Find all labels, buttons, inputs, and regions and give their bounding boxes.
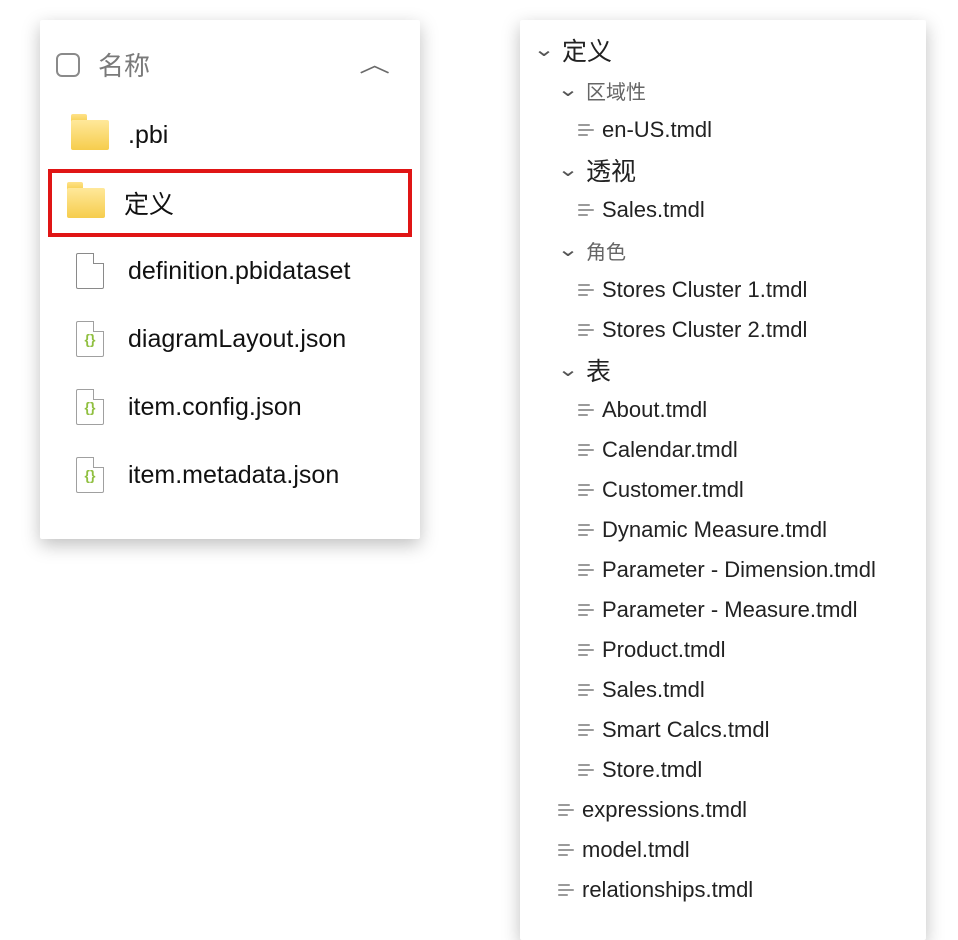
column-header-name[interactable]: 名称	[98, 46, 150, 83]
tree-node-label: 定义	[562, 32, 612, 68]
tree-file-row[interactable]: Smart Calcs.tmdl	[530, 710, 916, 750]
tree-file-row[interactable]: Parameter - Dimension.tmdl	[530, 550, 916, 590]
tree-folder-row[interactable]: ⌄透视	[530, 150, 916, 190]
chevron-down-icon[interactable]: ⌄	[555, 80, 581, 100]
tree-folder-row[interactable]: ⌄区域性	[530, 70, 916, 110]
tree-node-label: Smart Calcs.tmdl	[602, 717, 769, 743]
text-file-icon	[578, 444, 594, 456]
tree-file-row[interactable]: Store.tmdl	[530, 750, 916, 790]
text-file-icon	[578, 604, 594, 616]
text-file-icon	[578, 124, 594, 136]
file-name-label: item.metadata.json	[128, 461, 339, 490]
definition-tree: ⌄定义⌄区域性en-US.tmdl⌄透视Sales.tmdl⌄角色Stores …	[530, 30, 916, 910]
tree-node-label: Dynamic Measure.tmdl	[602, 517, 827, 543]
file-row[interactable]: definition.pbidataset	[48, 237, 412, 305]
json-file-icon: {}	[70, 319, 110, 359]
tree-file-row[interactable]: Stores Cluster 2.tmdl	[530, 310, 916, 350]
file-row[interactable]: 定义	[48, 169, 412, 237]
tree-file-row[interactable]: Dynamic Measure.tmdl	[530, 510, 916, 550]
tree-node-label: en-US.tmdl	[602, 117, 712, 143]
tree-node-label: relationships.tmdl	[582, 877, 753, 903]
tree-node-label: Store.tmdl	[602, 757, 702, 783]
tree-file-row[interactable]: model.tmdl	[530, 830, 916, 870]
text-file-icon	[578, 564, 594, 576]
text-file-icon	[578, 484, 594, 496]
json-file-icon: {}	[70, 387, 110, 427]
folder-icon	[66, 183, 106, 223]
tree-file-row[interactable]: Parameter - Measure.tmdl	[530, 590, 916, 630]
tree-node-label: model.tmdl	[582, 837, 690, 863]
file-name-label: definition.pbidataset	[128, 257, 350, 286]
file-row[interactable]: .pbi	[48, 101, 412, 169]
tree-file-row[interactable]: Calendar.tmdl	[530, 430, 916, 470]
json-file-icon: {}	[70, 455, 110, 495]
tree-node-label: 表	[586, 352, 611, 388]
text-file-icon	[578, 764, 594, 776]
file-list: .pbi 定义 definition.pbidataset {} diagramLayo…	[48, 101, 412, 509]
chevron-down-icon[interactable]: ⌄	[555, 240, 581, 260]
file-row[interactable]: {} item.metadata.json	[48, 441, 412, 509]
tree-node-label: About.tmdl	[602, 397, 707, 423]
file-icon	[70, 251, 110, 291]
text-file-icon	[578, 324, 594, 336]
file-row[interactable]: {} item.config.json	[48, 373, 412, 441]
tree-node-label: Product.tmdl	[602, 637, 726, 663]
tree-node-label: Customer.tmdl	[602, 477, 744, 503]
file-name-label: .pbi	[128, 121, 168, 150]
tree-file-row[interactable]: en-US.tmdl	[530, 110, 916, 150]
tree-file-row[interactable]: Sales.tmdl	[530, 670, 916, 710]
text-file-icon	[578, 404, 594, 416]
folder-icon	[70, 115, 110, 155]
definition-tree-panel: ⌄定义⌄区域性en-US.tmdl⌄透视Sales.tmdl⌄角色Stores …	[520, 20, 926, 940]
tree-node-label: Parameter - Measure.tmdl	[602, 597, 858, 623]
chevron-down-icon[interactable]: ⌄	[555, 360, 581, 380]
tree-node-label: Stores Cluster 1.tmdl	[602, 277, 807, 303]
file-name-label: 定义	[124, 185, 174, 221]
tree-file-row[interactable]: Customer.tmdl	[530, 470, 916, 510]
tree-node-label: Sales.tmdl	[602, 677, 705, 703]
tree-file-row[interactable]: Product.tmdl	[530, 630, 916, 670]
select-all-checkbox[interactable]	[56, 53, 80, 77]
file-row[interactable]: {} diagramLayout.json	[48, 305, 412, 373]
chevron-down-icon[interactable]: ⌄	[531, 40, 557, 60]
text-file-icon	[558, 844, 574, 856]
tree-file-row[interactable]: About.tmdl	[530, 390, 916, 430]
tree-file-row[interactable]: Stores Cluster 1.tmdl	[530, 270, 916, 310]
text-file-icon	[578, 724, 594, 736]
tree-folder-row[interactable]: ⌄定义	[530, 30, 916, 70]
text-file-icon	[578, 684, 594, 696]
text-file-icon	[578, 524, 594, 536]
sort-ascending-icon[interactable]: ︿	[359, 54, 407, 76]
file-explorer-header-left: 名称	[56, 46, 150, 83]
text-file-icon	[578, 204, 594, 216]
tree-node-label: Stores Cluster 2.tmdl	[602, 317, 807, 343]
text-file-icon	[578, 644, 594, 656]
text-file-icon	[578, 284, 594, 296]
tree-node-label: 区域性	[586, 76, 646, 105]
file-explorer-panel: 名称 ︿ .pbi 定义 definition.pbidataset {} diagra…	[40, 20, 420, 539]
tree-folder-row[interactable]: ⌄表	[530, 350, 916, 390]
chevron-down-icon[interactable]: ⌄	[555, 160, 581, 180]
tree-file-row[interactable]: relationships.tmdl	[530, 870, 916, 910]
text-file-icon	[558, 884, 574, 896]
tree-file-row[interactable]: expressions.tmdl	[530, 790, 916, 830]
tree-folder-row[interactable]: ⌄角色	[530, 230, 916, 270]
tree-node-label: 角色	[586, 236, 626, 265]
file-explorer-header: 名称 ︿	[48, 38, 412, 101]
tree-file-row[interactable]: Sales.tmdl	[530, 190, 916, 230]
file-name-label: diagramLayout.json	[128, 325, 346, 354]
tree-node-label: 透视	[586, 152, 636, 188]
tree-node-label: Sales.tmdl	[602, 197, 705, 223]
tree-node-label: Calendar.tmdl	[602, 437, 738, 463]
tree-node-label: expressions.tmdl	[582, 797, 747, 823]
text-file-icon	[558, 804, 574, 816]
tree-node-label: Parameter - Dimension.tmdl	[602, 557, 876, 583]
file-name-label: item.config.json	[128, 393, 302, 422]
